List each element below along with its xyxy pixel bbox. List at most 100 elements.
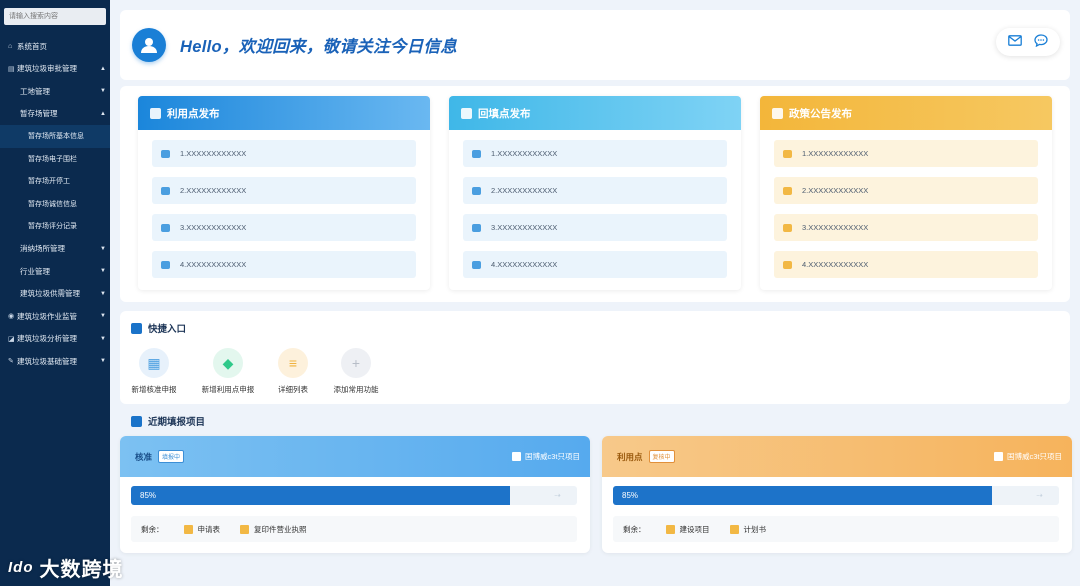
project-name-text: 国博威c3t只项目 — [1006, 452, 1062, 461]
card-type: 核准 — [135, 451, 153, 462]
chevron-down-icon[interactable]: ▼ — [100, 313, 106, 319]
progress-fill: 85% — [131, 486, 511, 505]
remaining-label: 剩余： — [141, 524, 164, 534]
list-item-text: 1.XXXXXXXXXXXX — [491, 149, 558, 158]
list-item[interactable]: 4.XXXXXXXXXXXX — [774, 251, 1038, 278]
list-item[interactable]: 4.XXXXXXXXXXXX — [463, 251, 727, 278]
sidebar-search-input[interactable] — [4, 8, 106, 25]
list-item-text: 3.XXXXXXXXXXXX — [802, 223, 869, 232]
grid-icon: ▦ — [139, 348, 169, 378]
layers-icon: ≡ — [278, 348, 308, 378]
file-name: 计划书 — [743, 524, 767, 534]
recent-project-card[interactable]: 核准 填报中 国博威c3t只项目 85% ⇢ 剩余： 申请表 复印件营业执照 — [120, 436, 590, 553]
list-item[interactable]: 3.XXXXXXXXXXXX — [463, 214, 727, 241]
folder-icon — [240, 524, 249, 534]
remaining-label: 剩余： — [623, 524, 646, 534]
remaining-file[interactable]: 复印件营业执照 — [240, 524, 307, 535]
sidebar-item-label: 消纳场所管理 — [20, 244, 65, 254]
list-item-text: 1.XXXXXXXXXXXX — [802, 149, 869, 158]
progress-label: 85% — [622, 491, 639, 500]
chevron-down-icon[interactable]: ▼ — [100, 336, 106, 342]
chevron-down-icon[interactable]: ▼ — [100, 268, 106, 274]
quick-detail-list-button[interactable]: ≡ 详细列表 — [257, 348, 329, 395]
greeting-text: Hello，欢迎回来，敬请关注今日信息 — [180, 38, 458, 56]
list-item-text: 4.XXXXXXXXXXXX — [802, 260, 869, 269]
chevron-up-icon[interactable]: ▲ — [100, 66, 106, 72]
sidebar-item[interactable]: ◉ 建筑垃圾作业监管 ▼ — [0, 305, 110, 328]
sidebar-item[interactable]: ✎ 建筑垃圾基础管理 ▼ — [0, 350, 110, 373]
list-item[interactable]: 2.XXXXXXXXXXXX — [152, 177, 416, 204]
sidebar-item[interactable]: 消纳场所管理 ▼ — [0, 238, 110, 261]
list-item[interactable]: 3.XXXXXXXXXXXX — [152, 214, 416, 241]
sidebar-item[interactable]: 暂存场评分记录 — [0, 215, 110, 238]
sidebar-item[interactable]: ⌂ 系统首页 — [0, 35, 110, 58]
section-title: 快捷入口 — [131, 321, 186, 335]
document-icon — [161, 260, 170, 269]
list-item[interactable]: 2.XXXXXXXXXXXX — [774, 177, 1038, 204]
project-name[interactable]: 国博威c3t只项目 — [511, 451, 580, 462]
chat-icon[interactable] — [1034, 34, 1048, 50]
status-badge: 复核中 — [648, 450, 675, 463]
quick-new-utilization-button[interactable]: ◆ 新增利用点申报 — [192, 348, 264, 395]
file-name: 申请表 — [197, 524, 221, 534]
remaining-file[interactable]: 建设项目 — [665, 524, 710, 535]
progress-fill: 85% — [613, 486, 993, 505]
sidebar-item-icon: ✎ — [8, 358, 14, 366]
sidebar-item[interactable]: 工地管理 ▼ — [0, 80, 110, 103]
document-icon — [161, 186, 170, 195]
document-icon — [783, 186, 792, 195]
arrow-right-icon: ⇢ — [554, 491, 561, 500]
document-icon — [472, 260, 481, 269]
list-item-text: 1.XXXXXXXXXXXX — [180, 149, 247, 158]
sidebar-item-icon: ◪ — [8, 335, 15, 343]
sidebar-item[interactable]: ◪ 建筑垃圾分析管理 ▼ — [0, 328, 110, 351]
list-item[interactable]: 1.XXXXXXXXXXXX — [152, 140, 416, 167]
panel-header: 政策公告发布 — [760, 96, 1052, 130]
sidebar-item[interactable]: 暂存场开停工 — [0, 170, 110, 193]
sidebar-item-label: 暂存场评分记录 — [28, 223, 77, 231]
panel-utilization-points: 利用点发布 1.XXXXXXXXXXXX 2.XXXXXXXXXXXX 3.XX… — [138, 96, 430, 290]
sidebar-item[interactable]: 暂存场管理 ▲ — [0, 103, 110, 126]
quick-new-approval-button[interactable]: ▦ 新增核准申报 — [118, 348, 190, 395]
remaining-file[interactable]: 申请表 — [183, 524, 221, 535]
chevron-up-icon[interactable]: ▲ — [100, 111, 106, 117]
plus-icon: + — [341, 348, 371, 378]
list-item[interactable]: 4.XXXXXXXXXXXX — [152, 251, 416, 278]
sidebar-item-label: 暂存场开停工 — [28, 178, 70, 186]
document-icon — [150, 107, 161, 119]
quick-add-function-button[interactable]: + 添加常用功能 — [320, 348, 392, 395]
sidebar-item[interactable]: 暂存场诚信信息 — [0, 193, 110, 216]
list-item[interactable]: 1.XXXXXXXXXXXX — [774, 140, 1038, 167]
sidebar-item[interactable]: 建筑垃圾供需管理 ▼ — [0, 283, 110, 306]
list-item[interactable]: 3.XXXXXXXXXXXX — [774, 214, 1038, 241]
publication-panels: 利用点发布 1.XXXXXXXXXXXX 2.XXXXXXXXXXXX 3.XX… — [120, 86, 1070, 302]
list-item-text: 4.XXXXXXXXXXXX — [180, 260, 247, 269]
recent-project-card[interactable]: 利用点 复核中 国博威c3t只项目 85% ⇢ 剩余： 建设项目 计划书 — [602, 436, 1072, 553]
envelope-icon — [772, 107, 783, 119]
sidebar-item-label: 建筑垃圾作业监管 — [17, 311, 77, 321]
remaining-file[interactable]: 计划书 — [729, 524, 767, 535]
chevron-down-icon[interactable]: ▼ — [100, 88, 106, 94]
chevron-down-icon[interactable]: ▼ — [100, 358, 106, 364]
document-icon — [472, 186, 481, 195]
sidebar-item[interactable]: 暂存场电子围栏 — [0, 148, 110, 171]
sidebar-item-icon: ▤ — [8, 65, 15, 73]
progress-bar: 85% ⇢ — [613, 486, 1059, 505]
list-item[interactable]: 2.XXXXXXXXXXXX — [463, 177, 727, 204]
remaining-files: 剩余： 申请表 复印件营业执照 — [131, 516, 577, 542]
remaining-files: 剩余： 建设项目 计划书 — [613, 516, 1059, 542]
chevron-down-icon[interactable]: ▼ — [100, 246, 106, 252]
sidebar-item[interactable]: 行业管理 ▼ — [0, 260, 110, 283]
chevron-down-icon[interactable]: ▼ — [100, 291, 106, 297]
list-item[interactable]: 1.XXXXXXXXXXXX — [463, 140, 727, 167]
sidebar-item[interactable]: ▤ 建筑垃圾审批管理 ▲ — [0, 58, 110, 81]
sidebar-item-label: 建筑垃圾审批管理 — [17, 64, 77, 74]
document-icon — [783, 223, 792, 232]
project-name[interactable]: 国博威c3t只项目 — [993, 451, 1062, 462]
sidebar-item[interactable]: 暂存场所基本信息 — [0, 125, 110, 148]
grid-icon — [131, 322, 142, 334]
progress-label: 85% — [140, 491, 157, 500]
mail-icon[interactable] — [1008, 35, 1022, 49]
sidebar-item-label: 暂存场管理 — [20, 109, 58, 119]
user-avatar-icon[interactable] — [132, 28, 166, 62]
